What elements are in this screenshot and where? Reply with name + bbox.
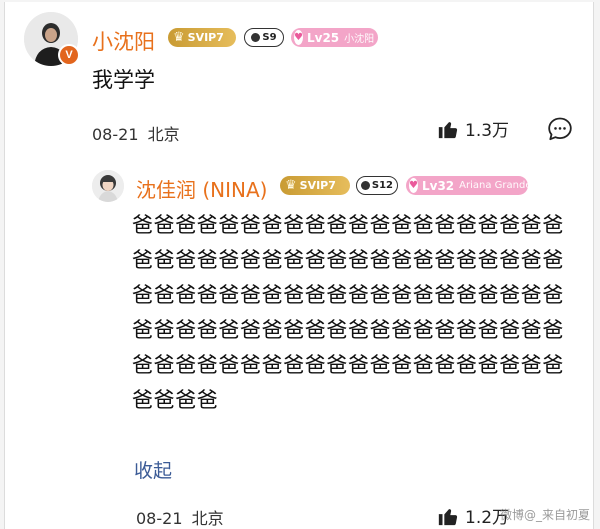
reply-level-badge[interactable]: ♥ Lv32 Ariana Grande [406,176,532,195]
comment-bubble-icon[interactable] [547,116,573,142]
reply-location: 北京 [191,509,224,528]
level-badge[interactable]: ♥ Lv25 小沈阳 [291,28,378,47]
avatar-portrait-icon [92,170,124,202]
svip-badge[interactable]: ♛ SVIP7 [168,28,236,47]
season-disc-icon [361,181,370,190]
reply-text: 爸爸爸爸爸爸爸爸爸爸爸爸爸爸爸爸爸爸爸爸爸爸爸爸爸爸爸爸爸爸爸爸爸爸爸爸爸爸爸爸… [132,213,564,412]
season-label: S12 [371,180,393,191]
season-disc-icon [251,33,261,42]
reply-timestamp: 08-21 北京 [136,505,224,529]
svip-label: SVIP7 [299,179,336,192]
level-number: Lv32 [421,178,455,193]
heart-icon: ♥ [409,178,418,193]
watermark: 微博@_来自初夏 [499,508,590,522]
like-count: 1.3万 [465,121,510,141]
level-number: Lv25 [306,30,340,45]
reply-date: 08-21 [136,509,183,528]
heart-icon: ♥ [294,30,303,45]
svip-label: SVIP7 [187,31,224,44]
reply-svip-badge[interactable]: ♛ SVIP7 [280,176,350,195]
reply-user-avatar[interactable] [92,170,124,202]
verified-mark: V [65,49,73,61]
reply-season-badge[interactable]: S12 [356,176,398,195]
fan-club-name: Ariana Grande [459,180,532,191]
vip-crown-icon: ♛ [285,178,297,193]
comment-location: 北京 [147,125,180,144]
reply-like-button[interactable]: 1.2万 [437,503,509,528]
comment-text: 我学学 [92,68,155,92]
comment-like-button[interactable]: 1.3万 [437,116,509,141]
reply-username[interactable]: 沈佳润 (NINA) [136,174,267,203]
season-label: S9 [262,32,277,43]
fan-club-name: 小沈阳 [344,34,375,45]
thumbs-up-icon [438,508,458,525]
comment-date: 08-21 [92,125,139,144]
vip-crown-icon: ♛ [173,30,185,45]
thumbs-up-icon [438,121,458,138]
collapse-link[interactable]: 收起 [134,456,172,483]
comment-timestamp: 08-21 北京 [92,121,180,145]
verified-badge: V [58,44,80,66]
comment-username[interactable]: 小沈阳 [92,26,155,56]
season-badge[interactable]: S9 [244,28,284,47]
